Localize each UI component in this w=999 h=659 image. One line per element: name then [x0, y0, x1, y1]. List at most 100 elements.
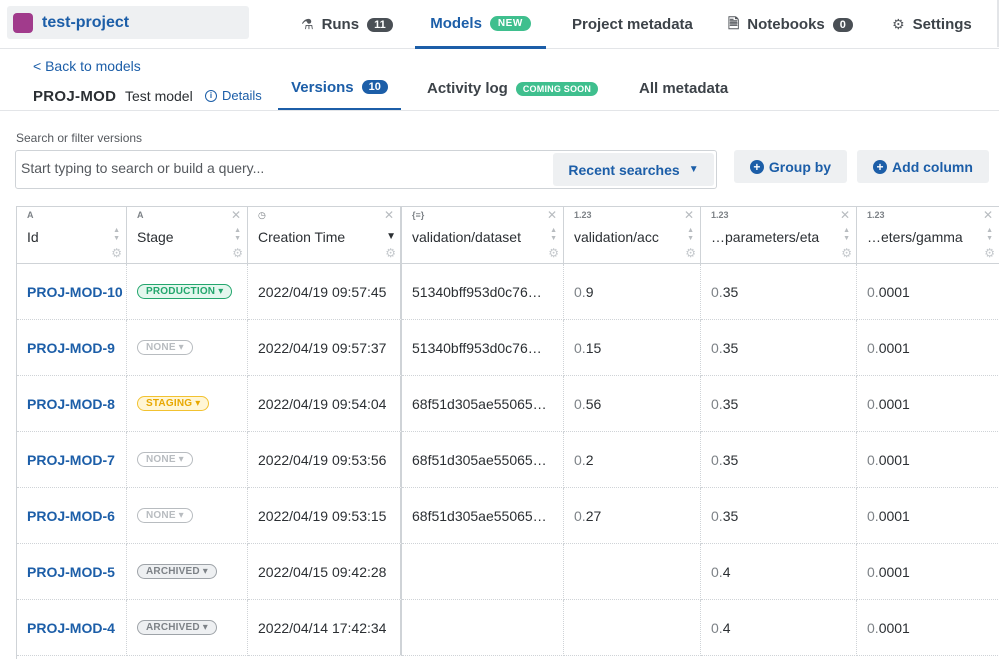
sort-arrows-icon[interactable]: ▲ ▼ — [986, 227, 993, 243]
table-row[interactable]: PROJ-MOD-7 NONE ▾ 2022/04/19 09:53:56 68f51… — [17, 432, 999, 488]
gear-icon[interactable]: ⚙ — [685, 246, 696, 260]
group-by-button[interactable]: + Group by — [734, 150, 847, 183]
version-id-link[interactable]: PROJ-MOD-9 — [27, 340, 115, 356]
column-header-creation-time[interactable]: ◷ Creation Time ✕ ▼ ⚙ — [248, 207, 402, 264]
add-column-button[interactable]: + Add column — [857, 150, 989, 183]
value-decimal-part: 27 — [585, 507, 602, 524]
nav-tab-runs[interactable]: ⚗ Runs 11 — [301, 0, 393, 49]
value-decimal-part: 0001 — [878, 619, 910, 636]
value-integer-part: 0. — [867, 339, 879, 356]
stage-cell: NONE ▾ — [127, 488, 248, 544]
version-id-link[interactable]: PROJ-MOD-7 — [27, 452, 115, 468]
validation-acc-cell — [564, 600, 701, 656]
gear-icon[interactable]: ⚙ — [111, 246, 122, 260]
version-id-cell[interactable]: PROJ-MOD-6 — [17, 488, 127, 544]
stage-dropdown[interactable]: ARCHIVED ▾ — [137, 564, 218, 579]
version-id-cell[interactable]: PROJ-MOD-8 — [17, 376, 127, 432]
nav-tab-project-metadata[interactable]: Project metadata — [572, 0, 693, 49]
nav-tab-notebooks[interactable]: 🗎 Notebooks 0 — [728, 0, 853, 49]
column-title: validation/acc — [574, 229, 659, 245]
divider — [0, 110, 999, 111]
close-icon[interactable]: ✕ — [231, 208, 241, 222]
value-decimal-part: 4 — [722, 619, 731, 636]
stage-dropdown[interactable]: STAGING ▾ — [137, 396, 210, 411]
validation-dataset-cell — [402, 544, 564, 600]
table-row[interactable]: PROJ-MOD-10 PRODUCTION ▾ 2022/04/19 09:57:… — [17, 264, 999, 320]
parameters-gamma-cell: 0. 0001 — [857, 376, 999, 432]
caret-down-icon: ▾ — [175, 454, 184, 465]
recent-searches-button[interactable]: Recent searches ▼ — [553, 153, 714, 186]
search-input[interactable] — [21, 160, 541, 176]
validation-dataset-cell: 51340bff953d0c76… — [402, 264, 564, 320]
details-link[interactable]: i Details — [205, 88, 262, 103]
close-icon[interactable]: ✕ — [684, 208, 694, 222]
creation-time-cell: 2022/04/19 09:57:45 — [248, 264, 402, 320]
validation-dataset-cell: 68f51d305ae55065… — [402, 488, 564, 544]
column-header-parameters-eta[interactable]: 1.23 …parameters/eta ✕ ▲ ▼ ⚙ — [701, 207, 857, 264]
validation-acc-cell: 0. 9 — [564, 264, 701, 320]
tab-activity-log[interactable]: Activity log COMING SOON — [427, 66, 599, 111]
sort-arrows-icon[interactable]: ▲ ▼ — [113, 227, 120, 243]
nav-tab-settings[interactable]: ⚙ Settings — [892, 0, 972, 49]
gear-icon[interactable]: ⚙ — [385, 246, 396, 260]
version-id-link[interactable]: PROJ-MOD-5 — [27, 564, 115, 580]
version-id-cell[interactable]: PROJ-MOD-7 — [17, 432, 127, 488]
value-decimal-part: 35 — [722, 451, 739, 468]
column-title: Id — [27, 229, 39, 245]
tab-all-metadata-label: All metadata — [639, 80, 729, 97]
table-row[interactable]: PROJ-MOD-8 STAGING ▾ 2022/04/19 09:54:04 68… — [17, 376, 999, 432]
version-id-cell[interactable]: PROJ-MOD-9 — [17, 320, 127, 376]
close-icon[interactable]: ✕ — [384, 208, 394, 222]
close-icon[interactable]: ✕ — [840, 208, 850, 222]
value-decimal-part: 15 — [585, 339, 602, 356]
value-integer-part: 0. — [574, 451, 586, 468]
search-box: Recent searches ▼ — [15, 150, 717, 189]
column-header-parameters-gamma[interactable]: 1.23 …eters/gamma ✕ ▲ ▼ ⚙ — [857, 207, 999, 264]
gear-icon[interactable]: ⚙ — [984, 246, 995, 260]
sort-arrows-icon[interactable]: ▲ ▼ — [843, 227, 850, 243]
version-id-link[interactable]: PROJ-MOD-10 — [27, 284, 123, 300]
tab-versions[interactable]: Versions 10 — [278, 66, 401, 111]
sort-arrows-icon[interactable]: ▲ ▼ — [234, 227, 241, 243]
table-row[interactable]: PROJ-MOD-4 ARCHIVED ▾ 2022/04/14 17:42:34 0… — [17, 600, 999, 656]
tab-all-metadata[interactable]: All metadata — [639, 66, 728, 111]
gear-icon[interactable]: ⚙ — [548, 246, 559, 260]
stage-dropdown[interactable]: PRODUCTION ▾ — [137, 284, 233, 299]
column-header-stage[interactable]: A Stage ✕ ▲ ▼ ⚙ — [127, 207, 248, 264]
stage-dropdown[interactable]: NONE ▾ — [137, 452, 193, 467]
value-integer-part: 0. — [867, 395, 879, 412]
project-name: test-project — [42, 13, 130, 31]
stage-dropdown[interactable]: NONE ▾ — [137, 508, 193, 523]
version-id-cell[interactable]: PROJ-MOD-10 — [17, 264, 127, 320]
text-type-icon: A — [27, 210, 34, 220]
back-to-models-link[interactable]: < Back to models — [33, 58, 141, 74]
versions-table: A Id ▲ ▼ ⚙ A Stage ✕ ▲ ▼ ⚙ ◷ Creation Time… — [16, 206, 999, 659]
version-id-link[interactable]: PROJ-MOD-4 — [27, 620, 115, 636]
parameters-eta-cell: 0. 35 — [701, 488, 857, 544]
table-row[interactable]: PROJ-MOD-6 NONE ▾ 2022/04/19 09:53:15 68f51… — [17, 488, 999, 544]
info-icon: i — [205, 89, 217, 102]
version-id-cell[interactable]: PROJ-MOD-4 — [17, 600, 127, 656]
column-header-id[interactable]: A Id ▲ ▼ ⚙ — [17, 207, 127, 264]
sort-descending-icon[interactable]: ▼ — [386, 231, 396, 242]
stage-dropdown[interactable]: ARCHIVED ▾ — [137, 620, 218, 635]
version-id-link[interactable]: PROJ-MOD-8 — [27, 396, 115, 412]
table-row[interactable]: PROJ-MOD-9 NONE ▾ 2022/04/19 09:57:37 51340… — [17, 320, 999, 376]
sort-arrows-icon[interactable]: ▲ ▼ — [550, 227, 557, 243]
column-header-validation-dataset[interactable]: {≡} validation/dataset ✕ ▲ ▼ ⚙ — [402, 207, 564, 264]
value-integer-part: 0. — [867, 451, 879, 468]
stage-dropdown[interactable]: NONE ▾ — [137, 340, 193, 355]
close-icon[interactable]: ✕ — [983, 208, 993, 222]
column-title: Stage — [137, 229, 174, 245]
close-icon[interactable]: ✕ — [547, 208, 557, 222]
gear-icon[interactable]: ⚙ — [232, 246, 243, 260]
sort-arrows-icon[interactable]: ▲ ▼ — [687, 227, 694, 243]
version-id-link[interactable]: PROJ-MOD-6 — [27, 508, 115, 524]
project-selector[interactable]: test-project — [7, 6, 249, 39]
version-id-cell[interactable]: PROJ-MOD-5 — [17, 544, 127, 600]
column-header-validation-acc[interactable]: 1.23 validation/acc ✕ ▲ ▼ ⚙ — [564, 207, 701, 264]
table-row[interactable]: PROJ-MOD-5 ARCHIVED ▾ 2022/04/15 09:42:28 0… — [17, 544, 999, 600]
parameters-gamma-cell: 0. 0001 — [857, 488, 999, 544]
gear-icon[interactable]: ⚙ — [841, 246, 852, 260]
nav-tab-models[interactable]: Models NEW — [415, 0, 546, 49]
